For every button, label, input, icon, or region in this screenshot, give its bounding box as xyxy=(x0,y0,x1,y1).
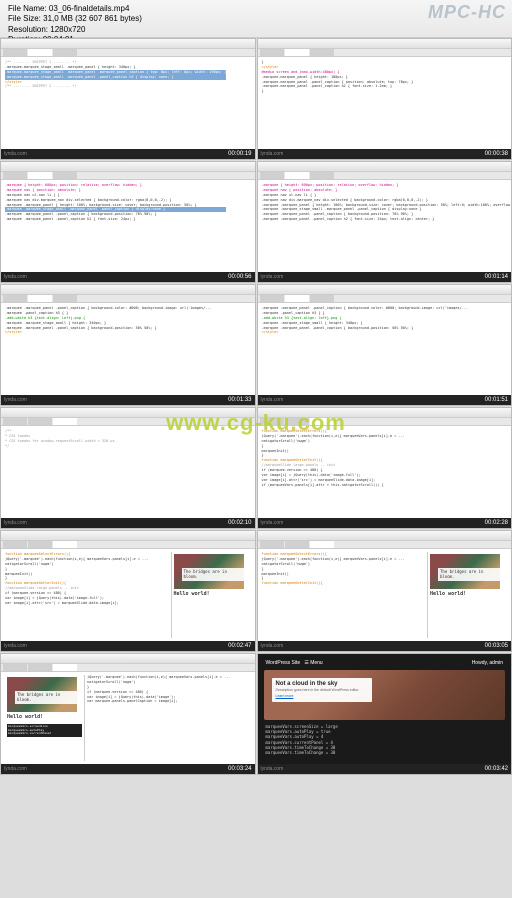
wp-hero-card: Not a cloud in the sky Description goes … xyxy=(272,678,372,702)
hero-image: The bridges are in bloom. xyxy=(7,677,77,712)
hello-heading: Hello world! xyxy=(7,714,82,721)
resolution: 1280x720 xyxy=(50,25,85,34)
thumb-footer: lynda.com00:00:19 xyxy=(1,149,255,159)
file-size: 31,0 MB (32 607 861 bytes) xyxy=(43,14,142,23)
thumb-3: .marquee { height: 600px; position: rela… xyxy=(257,161,512,283)
timestamp: 00:03:05 xyxy=(485,643,508,649)
code-body: } </style> @media screen and (max-width:… xyxy=(258,57,512,149)
browser-preview: The bridges are in bloom. Hello world! m… xyxy=(5,675,85,761)
wp-hero-desc: Description goes here in the default Wor… xyxy=(276,688,368,692)
mini-console: marqueeVars.screenSizemarqueeVars.autoPl… xyxy=(7,724,82,737)
wordpress-preview: WordPress Site ☰ Menu Howdy, admin Not a… xyxy=(258,654,512,774)
browser-preview: The bridges are in bloom. Hello world! xyxy=(171,552,251,638)
image-caption: The bridges are in bloom. xyxy=(15,691,77,704)
file-size-label: File Size: xyxy=(8,14,41,23)
timestamp: 00:00:56 xyxy=(228,274,251,280)
wp-site-name: WordPress Site xyxy=(266,660,301,666)
image-caption: The bridges are in bloom. xyxy=(438,568,500,581)
editor-toolbar xyxy=(1,39,255,49)
wp-howdy: Howdy, admin xyxy=(472,660,503,666)
timestamp: 00:00:19 xyxy=(228,151,251,157)
timestamp: 00:00:38 xyxy=(485,151,508,157)
wp-hero-title: Not a cloud in the sky xyxy=(276,681,368,687)
thumb-11: WordPress Site ☰ Menu Howdy, admin Not a… xyxy=(257,653,512,775)
player-logo: MPC-HC xyxy=(428,2,506,23)
hero-image: The bridges are in bloom. xyxy=(174,554,244,589)
image-caption: The bridges are in bloom. xyxy=(182,568,244,581)
thumbnail-grid: /** -------- SNIPPET 1 -------- */ .marq… xyxy=(0,38,512,898)
watermark: www.cg-ku.com xyxy=(166,410,346,436)
thumb-1: } </style> @media screen and (max-width:… xyxy=(257,38,512,160)
resolution-label: Resolution: xyxy=(8,25,48,34)
dev-console: marqueeVars.screenSize = large marqueeVa… xyxy=(262,722,508,757)
hero-image: The bridges are in bloom. xyxy=(430,554,500,589)
player-header: File Name: 03_06-finaldetails.mp4 File S… xyxy=(0,0,512,38)
thumb-9: function marqueeSelectErrors(){ jQuery('… xyxy=(257,530,512,652)
hello-heading: Hello world! xyxy=(174,591,249,598)
editor-tabs xyxy=(1,49,255,57)
timestamp: 00:02:28 xyxy=(485,520,508,526)
browser-preview: The bridges are in bloom. Hello world! xyxy=(427,552,507,638)
code-body: /** -------- SNIPPET 1 -------- */ .marq… xyxy=(1,57,255,149)
thumb-10: The bridges are in bloom. Hello world! m… xyxy=(0,653,256,775)
thumb-2: .marquee { height: 600px; position: rela… xyxy=(0,161,256,283)
thumb-5: .marquee .marquee_panel .panel_caption {… xyxy=(257,284,512,406)
hello-heading: Hello world! xyxy=(430,591,505,598)
wp-admin-bar: WordPress Site ☰ Menu Howdy, admin xyxy=(262,658,508,668)
timestamp: 00:03:42 xyxy=(485,766,508,772)
thumb-4: .marquee .marquee_panel .panel_caption {… xyxy=(0,284,256,406)
timestamp: 00:01:14 xyxy=(485,274,508,280)
wp-menu: Menu xyxy=(310,660,323,666)
timestamp: 00:01:51 xyxy=(485,397,508,403)
thumb-8: function marqueeSelectErrors(){ jQuery('… xyxy=(0,530,256,652)
file-name-label: File Name: xyxy=(8,4,47,13)
timestamp: 00:02:47 xyxy=(228,643,251,649)
thumb-0: /** -------- SNIPPET 1 -------- */ .marq… xyxy=(0,38,256,160)
timestamp: 00:01:33 xyxy=(228,397,251,403)
file-name: 03_06-finaldetails.mp4 xyxy=(49,4,130,13)
wp-hero-link[interactable]: Learn more xyxy=(276,694,294,698)
wp-hero: Not a cloud in the sky Description goes … xyxy=(264,670,506,720)
timestamp: 00:03:24 xyxy=(228,766,251,772)
timestamp: 00:02:10 xyxy=(228,520,251,526)
